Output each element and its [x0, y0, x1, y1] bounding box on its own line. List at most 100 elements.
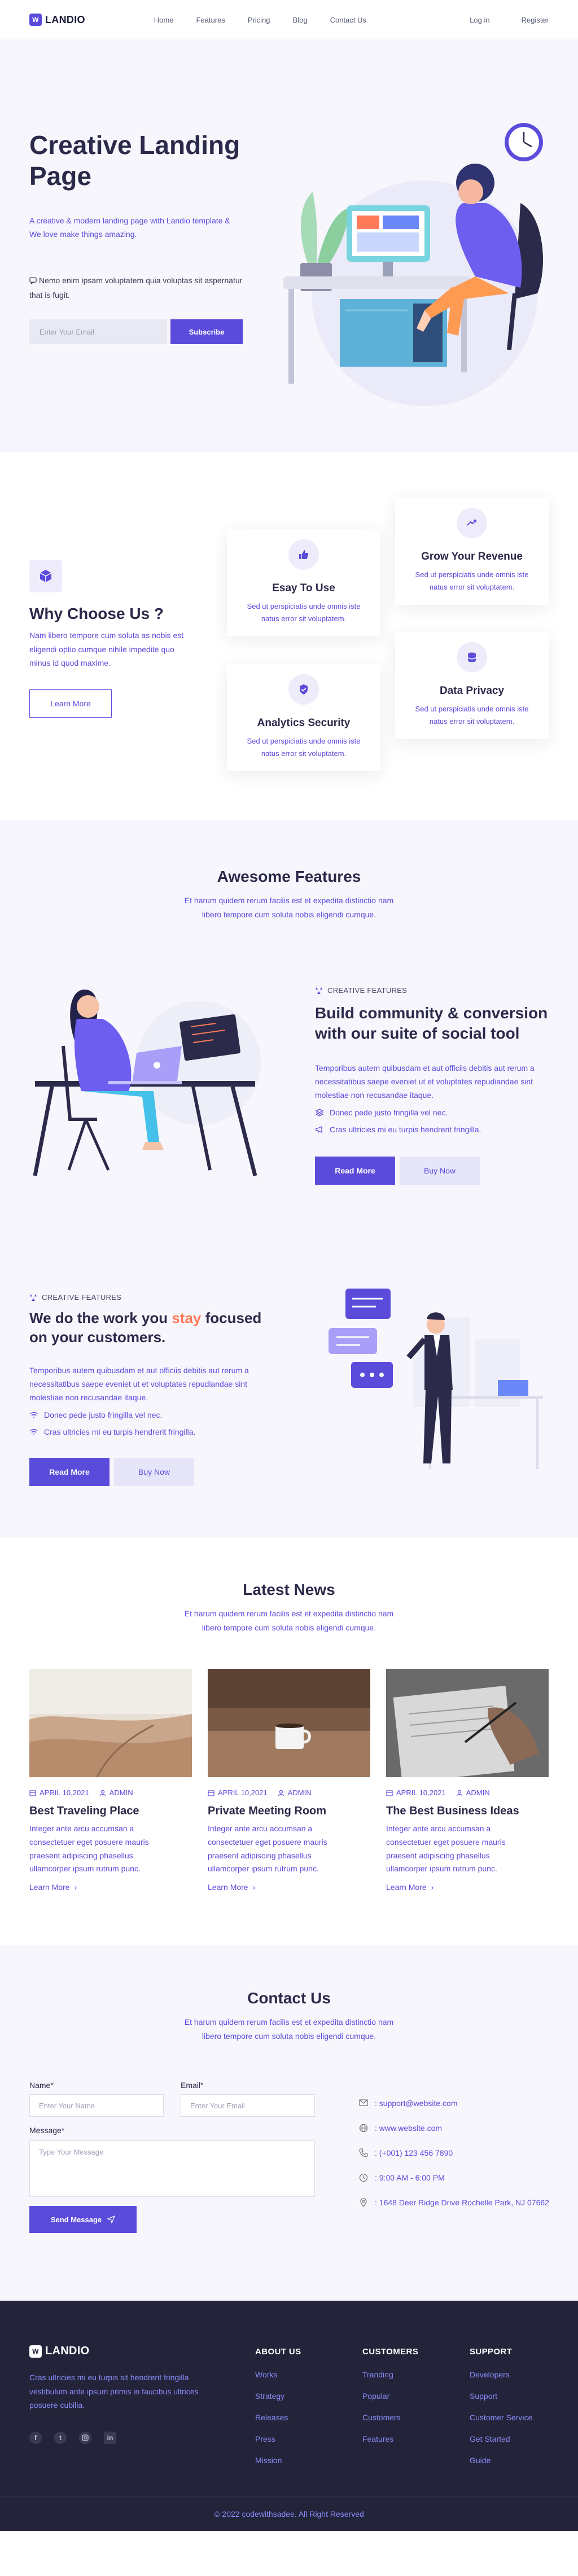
- calendar-icon: [208, 1790, 214, 1796]
- email-label: Email*: [181, 2081, 204, 2090]
- user-icon: [278, 1790, 284, 1796]
- card-title: Esay To Use: [272, 582, 335, 594]
- subscribe-button[interactable]: Subscribe: [170, 319, 243, 344]
- clock-icon: [359, 2173, 368, 2182]
- read-more-button[interactable]: Read More: [29, 1458, 110, 1486]
- card-description: Sed ut perspiciatis unde omnis iste natu…: [415, 570, 529, 592]
- feature-tag-1: CREATIVE FEATURES: [315, 986, 407, 995]
- database-icon: [457, 642, 487, 672]
- logo-text: LANDIO: [45, 14, 85, 25]
- footer-link[interactable]: Customer Service: [470, 2413, 532, 2422]
- nav-links: Home Features Pricing Blog Contact Us: [154, 16, 366, 24]
- footer-link[interactable]: Guide: [470, 2456, 532, 2465]
- buy-now-button[interactable]: Buy Now: [114, 1458, 194, 1486]
- calendar-icon: [386, 1790, 393, 1796]
- login-link[interactable]: Log in: [470, 16, 489, 24]
- footer-link[interactable]: Features: [362, 2434, 418, 2443]
- news-learn-more-link[interactable]: Learn More ›: [29, 1883, 192, 1892]
- why-title: Why Choose Us ?: [29, 605, 164, 622]
- news-meta: APRIL 10,2021 ADMIN: [208, 1788, 370, 1797]
- calendar-icon: [29, 1790, 36, 1796]
- footer-logo[interactable]: W LANDIO: [29, 2345, 89, 2358]
- feature-tag-text: CREATIVE FEATURES: [42, 1293, 122, 1302]
- feature-item: Cras ultricies mi eu turpis hendrerit fr…: [315, 1125, 481, 1134]
- auth-links: Log in Register: [470, 16, 549, 24]
- footer-column-support: SUPPORT Developers Support Customer Serv…: [470, 2347, 532, 2477]
- news-title[interactable]: Best Traveling Place: [29, 1805, 192, 1818]
- name-input[interactable]: Enter Your Name: [29, 2094, 164, 2117]
- news-title[interactable]: The Best Business Ideas: [386, 1805, 549, 1818]
- card-title: Analytics Security: [257, 717, 351, 729]
- feature-item-text: Donec pede justo fringilla vel nec.: [44, 1410, 163, 1419]
- feature-heading-2: We do the work you stay focused on your …: [29, 1309, 266, 1347]
- facebook-icon[interactable]: f: [29, 2432, 42, 2444]
- news-image-desert[interactable]: [29, 1669, 192, 1777]
- clock-icon: [505, 123, 543, 161]
- message-label: Message*: [29, 2126, 65, 2135]
- news-description: Integer ante arcu accumsan a consectetue…: [29, 1824, 149, 1874]
- send-icon: [107, 2215, 116, 2223]
- buy-now-button[interactable]: Buy Now: [400, 1157, 480, 1185]
- footer-link[interactable]: Developers: [470, 2370, 532, 2379]
- news-title[interactable]: Private Meeting Room: [208, 1805, 370, 1818]
- footer-link[interactable]: Get Started: [470, 2434, 532, 2443]
- site-logo[interactable]: W LANDIO: [29, 14, 85, 26]
- news-card: APRIL 10,2021 ADMIN The Best Business Id…: [386, 1669, 549, 1892]
- send-message-label: Send Message: [50, 2215, 102, 2224]
- news-learn-more-link[interactable]: Learn More ›: [386, 1883, 549, 1892]
- footer-link[interactable]: Mission: [255, 2456, 301, 2465]
- read-more-button[interactable]: Read More: [315, 1157, 395, 1185]
- twitter-icon[interactable]: t: [54, 2432, 67, 2444]
- feature-card-easy: Esay To Use Sed ut perspiciatis unde omn…: [227, 529, 380, 637]
- why-section: Why Choose Us ? Nam libero tempore cum s…: [0, 452, 578, 820]
- news-learn-more-link[interactable]: Learn More ›: [208, 1883, 370, 1892]
- feature-illustration-laptop: [33, 990, 261, 1176]
- contact-section: Contact Us Et harum quidem rerum facilis…: [0, 1945, 578, 2301]
- footer-link[interactable]: Support: [470, 2392, 532, 2401]
- sparkle-icon: [30, 1294, 37, 1301]
- contact-phone: : (+001) 123 456 7890: [359, 2147, 562, 2159]
- nav-link-contact[interactable]: Contact Us: [330, 16, 366, 24]
- hero-note: Nemo enim ipsam voluptatem quia voluptas…: [29, 274, 249, 302]
- register-link[interactable]: Register: [522, 16, 549, 24]
- wifi-icon: [30, 1412, 38, 1418]
- news-author: ADMIN: [456, 1788, 490, 1797]
- send-message-button[interactable]: Send Message: [29, 2206, 137, 2233]
- news-image-writing[interactable]: [386, 1669, 549, 1777]
- feature-item-text: Donec pede justo fringilla vel nec.: [330, 1108, 448, 1117]
- card-description: Sed ut perspiciatis unde omnis iste natu…: [247, 602, 361, 623]
- nav-link-pricing[interactable]: Pricing: [248, 16, 270, 24]
- cube-icon: [29, 560, 62, 592]
- learn-more-button[interactable]: Learn More: [29, 689, 112, 718]
- nav-link-home[interactable]: Home: [154, 16, 174, 24]
- footer-link[interactable]: Customers: [362, 2413, 418, 2422]
- footer-link[interactable]: Strategy: [255, 2392, 301, 2401]
- chat-icon: [29, 275, 37, 289]
- contact-title: Contact Us: [247, 1989, 331, 2007]
- footer-column-about: ABOUT US Works Strategy Releases Press M…: [255, 2347, 301, 2477]
- feature-heading-1: Build community & conversion with our su…: [315, 1004, 548, 1043]
- news-description: Integer ante arcu accumsan a consectetue…: [208, 1824, 327, 1874]
- news-image-cup[interactable]: [208, 1669, 370, 1777]
- instagram-icon[interactable]: [79, 2432, 91, 2444]
- features-title: Awesome Features: [217, 868, 361, 885]
- footer-link[interactable]: Tranding: [362, 2370, 418, 2379]
- feature-card-revenue: Grow Your Revenue Sed ut perspiciatis un…: [395, 498, 549, 605]
- footer-link[interactable]: Releases: [255, 2413, 301, 2422]
- mail-icon: [359, 2099, 368, 2106]
- layers-icon: [315, 1109, 324, 1116]
- subscribe-form: Enter Your Email Subscribe: [29, 319, 243, 344]
- logo-icon: W: [29, 14, 42, 26]
- chevron-right-icon: ›: [431, 1883, 434, 1892]
- feature-text-2: Temporibus autem quibusdam et aut offici…: [29, 1366, 249, 1402]
- footer-link[interactable]: Press: [255, 2434, 301, 2443]
- nav-link-blog[interactable]: Blog: [293, 16, 308, 24]
- message-textarea[interactable]: Type Your Message: [29, 2140, 315, 2197]
- email-input[interactable]: Enter Your Email: [29, 319, 167, 344]
- email-field[interactable]: Enter Your Email: [181, 2094, 315, 2117]
- nav-link-features[interactable]: Features: [196, 16, 225, 24]
- linkedin-icon[interactable]: in: [104, 2432, 116, 2444]
- footer-link[interactable]: Works: [255, 2370, 301, 2379]
- footer-column-heading: SUPPORT: [470, 2347, 513, 2357]
- footer-link[interactable]: Popular: [362, 2392, 418, 2401]
